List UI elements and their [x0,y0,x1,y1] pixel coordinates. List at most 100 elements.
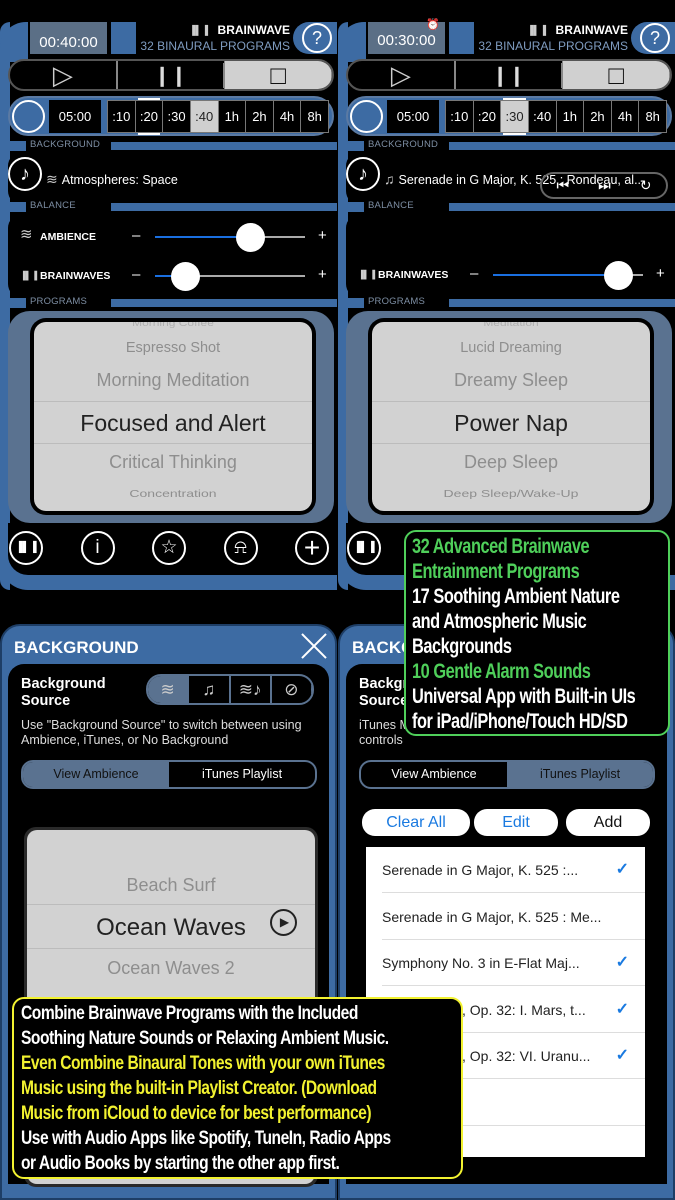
source-option[interactable]: ≋ [148,676,190,703]
close-button[interactable] [300,632,328,660]
callout-line: Backgrounds [412,635,512,658]
timer-option[interactable]: 4h [612,101,640,132]
timer-option[interactable]: 8h [639,101,666,132]
timer-option[interactable]: 8h [301,101,328,132]
pause-icon: ❙❙ [456,62,563,88]
brainwave-button[interactable]: ▐▌▐ [347,531,381,565]
playlist-row[interactable]: Serenade in G Major, K. 525 :... ✓ [366,847,645,893]
pause-icon: ❙❙ [118,62,225,88]
tab-itunes-playlist[interactable]: iTunes Playlist [169,762,315,787]
timer-option[interactable]: :20 [136,98,164,135]
timer-option[interactable]: :10 [108,101,136,132]
timer-option[interactable]: 2h [584,101,612,132]
clear-all-button[interactable]: Clear All [362,809,470,836]
slider-track[interactable] [155,262,305,291]
playlist-row[interactable]: Serenade in G Major, K. 525 : Me... [366,894,645,940]
ambience-option[interactable]: Beach Surf [27,875,315,896]
slider-track[interactable] [493,261,643,290]
info-button[interactable]: i [80,531,115,565]
previous-track-icon[interactable]: ⏮ [557,177,570,194]
program-option[interactable]: Deep Sleep [372,452,650,473]
timer-option[interactable]: :20 [474,101,502,132]
section-label-balance: BALANCE [338,200,675,212]
timer-option[interactable]: :10 [446,101,474,132]
pause-button[interactable]: ❙❙ [456,61,564,89]
playlist-row[interactable]: Symphony No. 3 in E-Flat Maj... ✓ [366,940,645,986]
track-title: , Op. 32: VI. Uranu... [462,1048,591,1064]
description: Use "Background Source" to switch betwee… [21,718,302,747]
callout-line: 17 Soothing Ambient Nature [412,585,620,608]
timer-option[interactable]: :40 [529,101,557,132]
slider-thumb[interactable] [171,262,200,291]
plus-button[interactable]: + [295,531,329,565]
timer-dial-icon[interactable] [12,100,45,133]
program-option[interactable]: Power Nap [372,410,650,437]
music-note-icon: ♫ [189,676,230,703]
source-option[interactable]: ♫ [189,676,231,703]
add-button[interactable]: Add [566,809,650,836]
background-row: ♪ ≋ Atmospheres: Space [8,152,337,205]
preview-play-button[interactable]: ▶ [270,909,297,936]
program-option[interactable]: Morning Meditation [34,370,312,391]
timer-option[interactable]: :30 [501,98,529,135]
picker-wheel: Meditation Lucid Dreaming Dreamy Sleep Powe… [372,322,650,511]
program-option[interactable]: Meditation [372,322,650,328]
program-option[interactable]: Espresso Shot [34,340,312,356]
label-bar-left [0,202,26,212]
timer-option[interactable]: 1h [557,101,585,132]
brand-title: ▐▌▐ BRAINWAVE [478,22,628,38]
timer-dial-icon[interactable] [350,100,383,133]
program-picker[interactable]: Meditation Lucid Dreaming Dreamy Sleep Powe… [368,318,654,515]
pause-button[interactable]: ❙❙ [118,61,226,89]
label-bar-left [0,141,26,151]
duration-display[interactable]: 05:00 [49,100,101,133]
timer-option[interactable]: 4h [274,101,302,132]
edit-button[interactable]: Edit [474,809,558,836]
program-option[interactable]: Deep Sleep/Wake-Up [372,487,650,499]
stop-button[interactable]: □ [563,61,670,89]
play-button[interactable]: ▷ [10,61,118,89]
brainwave-button[interactable]: ▐▌▐ [9,531,43,565]
source-option[interactable]: ≋♪ [231,676,272,703]
star-button[interactable]: ☆ [152,531,186,565]
program-option[interactable]: Lucid Dreaming [372,340,650,356]
help-button[interactable]: ? [302,23,332,53]
timer-option[interactable]: 1h [219,101,247,132]
program-option[interactable]: Focused and Alert [34,410,312,437]
track-title: Serenade in G Major, K. 525 :... [382,862,579,878]
ambience-option[interactable]: Ocean Waves 2 [27,958,315,979]
label-bar [111,299,337,307]
source-option[interactable]: ⊘ [272,676,312,703]
background-source[interactable]: ≋ Atmospheres: Space [46,171,178,188]
next-track-icon[interactable]: ⏭ [598,177,611,194]
brainwave-icon: ▐▌▐ [358,270,376,279]
timer-option[interactable]: :40 [190,101,219,132]
tab-view-ambience[interactable]: View Ambience [23,762,169,787]
program-option[interactable]: Critical Thinking [34,452,312,473]
section-label-programs: PROGRAMS [0,296,337,308]
background-music-button[interactable]: ♪ [8,157,42,191]
background-music-button[interactable]: ♪ [346,157,380,191]
duration-display[interactable]: 05:00 [387,100,439,133]
help-button[interactable]: ? [640,23,670,53]
plus-icon: + [656,265,665,282]
slider-thumb[interactable] [603,261,633,290]
stop-button[interactable]: □ [225,61,332,89]
tab-itunes-playlist[interactable]: iTunes Playlist [507,762,653,787]
countdown-display: 00:40:00 [30,22,107,54]
timer-option[interactable]: :30 [163,101,191,132]
program-option[interactable]: Concentration [34,487,312,499]
waves-icon: ≋ [46,171,58,187]
program-option[interactable]: Morning Coffee [34,322,312,328]
brainwave-icon: ▐▌▐ [188,25,208,35]
program-picker[interactable]: Morning Coffee Espresso Shot Morning Medit… [30,318,316,515]
repeat-icon[interactable]: ↻ [640,177,652,194]
program-option[interactable]: Dreamy Sleep [372,370,650,391]
slider-track[interactable] [155,223,305,252]
slider-thumb[interactable] [235,223,265,252]
bell-button[interactable]: ⍾ [223,531,258,565]
play-button[interactable]: ▷ [348,61,456,89]
tab-view-ambience[interactable]: View Ambience [361,762,507,787]
timer-option[interactable]: 2h [246,101,274,132]
slider-ambience: ≋ AMBIENCE – + [20,222,335,252]
